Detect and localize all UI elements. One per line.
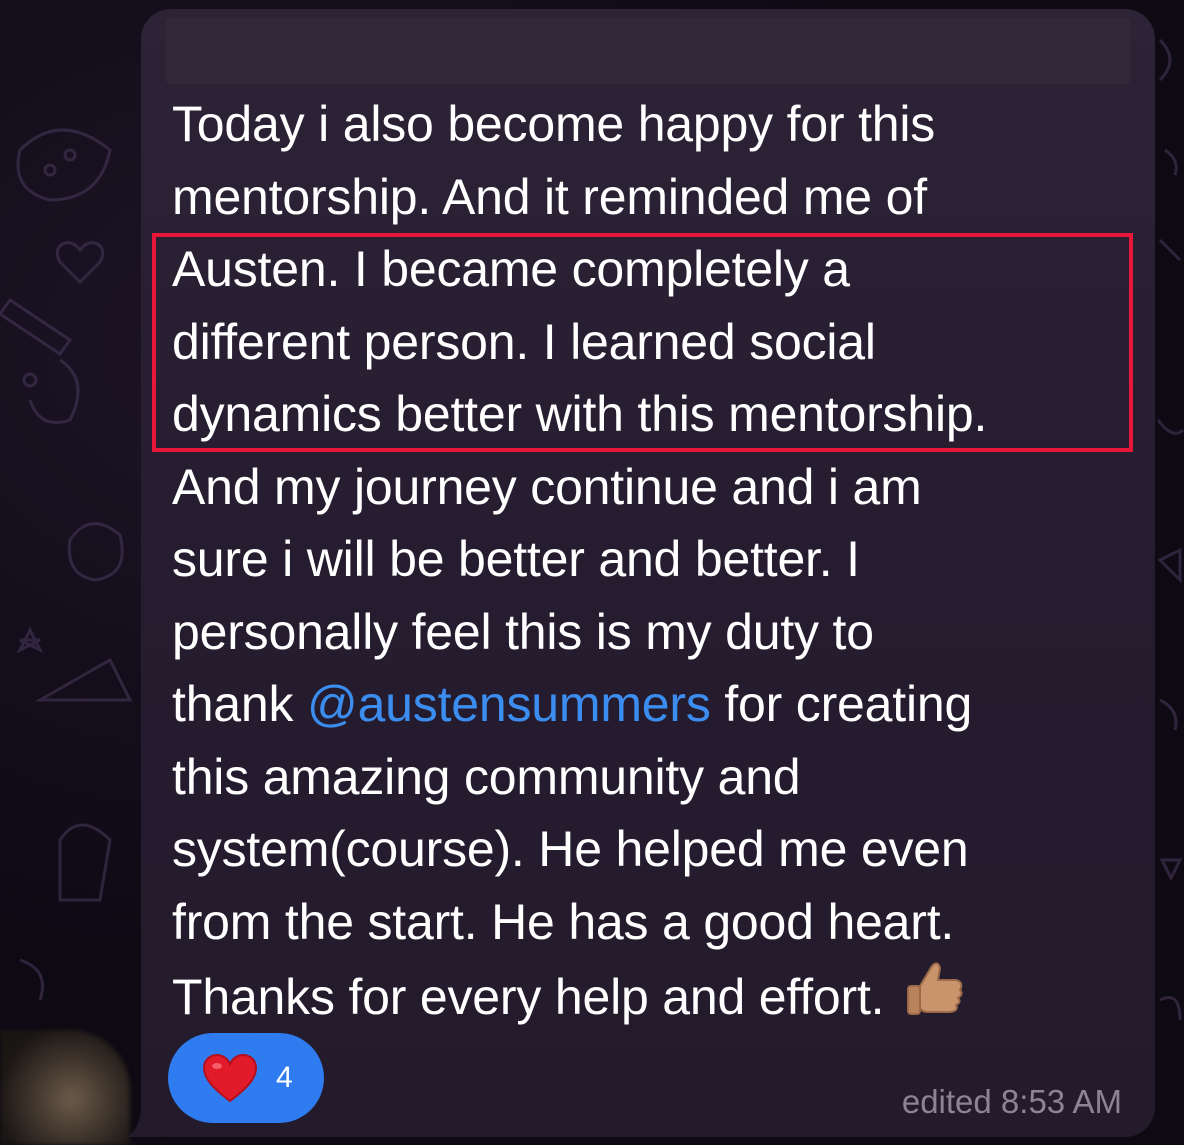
thumbs-up-icon <box>907 962 963 1015</box>
message-line: personally feel this is my duty to <box>172 603 874 660</box>
message-text-segment: Thanks for every help and effort. <box>172 969 899 1025</box>
message-line: Thanks for every help and effort. <box>172 958 1132 1031</box>
message-line: system(course). He helped me even <box>172 821 969 877</box>
message-timestamp: edited 8:53 AM <box>901 1083 1122 1120</box>
message-text-segment: thank <box>172 676 308 732</box>
heart-reaction-button[interactable]: 4 <box>168 1033 324 1123</box>
reaction-count: 4 <box>276 1061 293 1094</box>
message-text-segment: for creating <box>710 676 973 732</box>
message-line: this amazing community and <box>172 748 801 805</box>
redacted-sender-name <box>166 18 1130 84</box>
message-line: sure i will be better and better. I <box>172 531 860 587</box>
highlight-box <box>152 233 1133 452</box>
message-text: Today i also become happy for this mento… <box>172 88 1132 1031</box>
message-line: mentorship. And it reminded me of <box>172 168 927 225</box>
message-line: from the start. He has a good heart. <box>172 893 955 950</box>
user-mention-link[interactable]: @austensummers <box>307 676 711 732</box>
message-line-with-mention: thank @austensummers for creating <box>172 668 1132 741</box>
message-line: And my journey continue and i am <box>172 458 922 515</box>
sender-avatar[interactable] <box>0 1030 130 1145</box>
heart-icon <box>202 1053 258 1103</box>
message-line: Today i also become happy for this <box>172 96 936 152</box>
